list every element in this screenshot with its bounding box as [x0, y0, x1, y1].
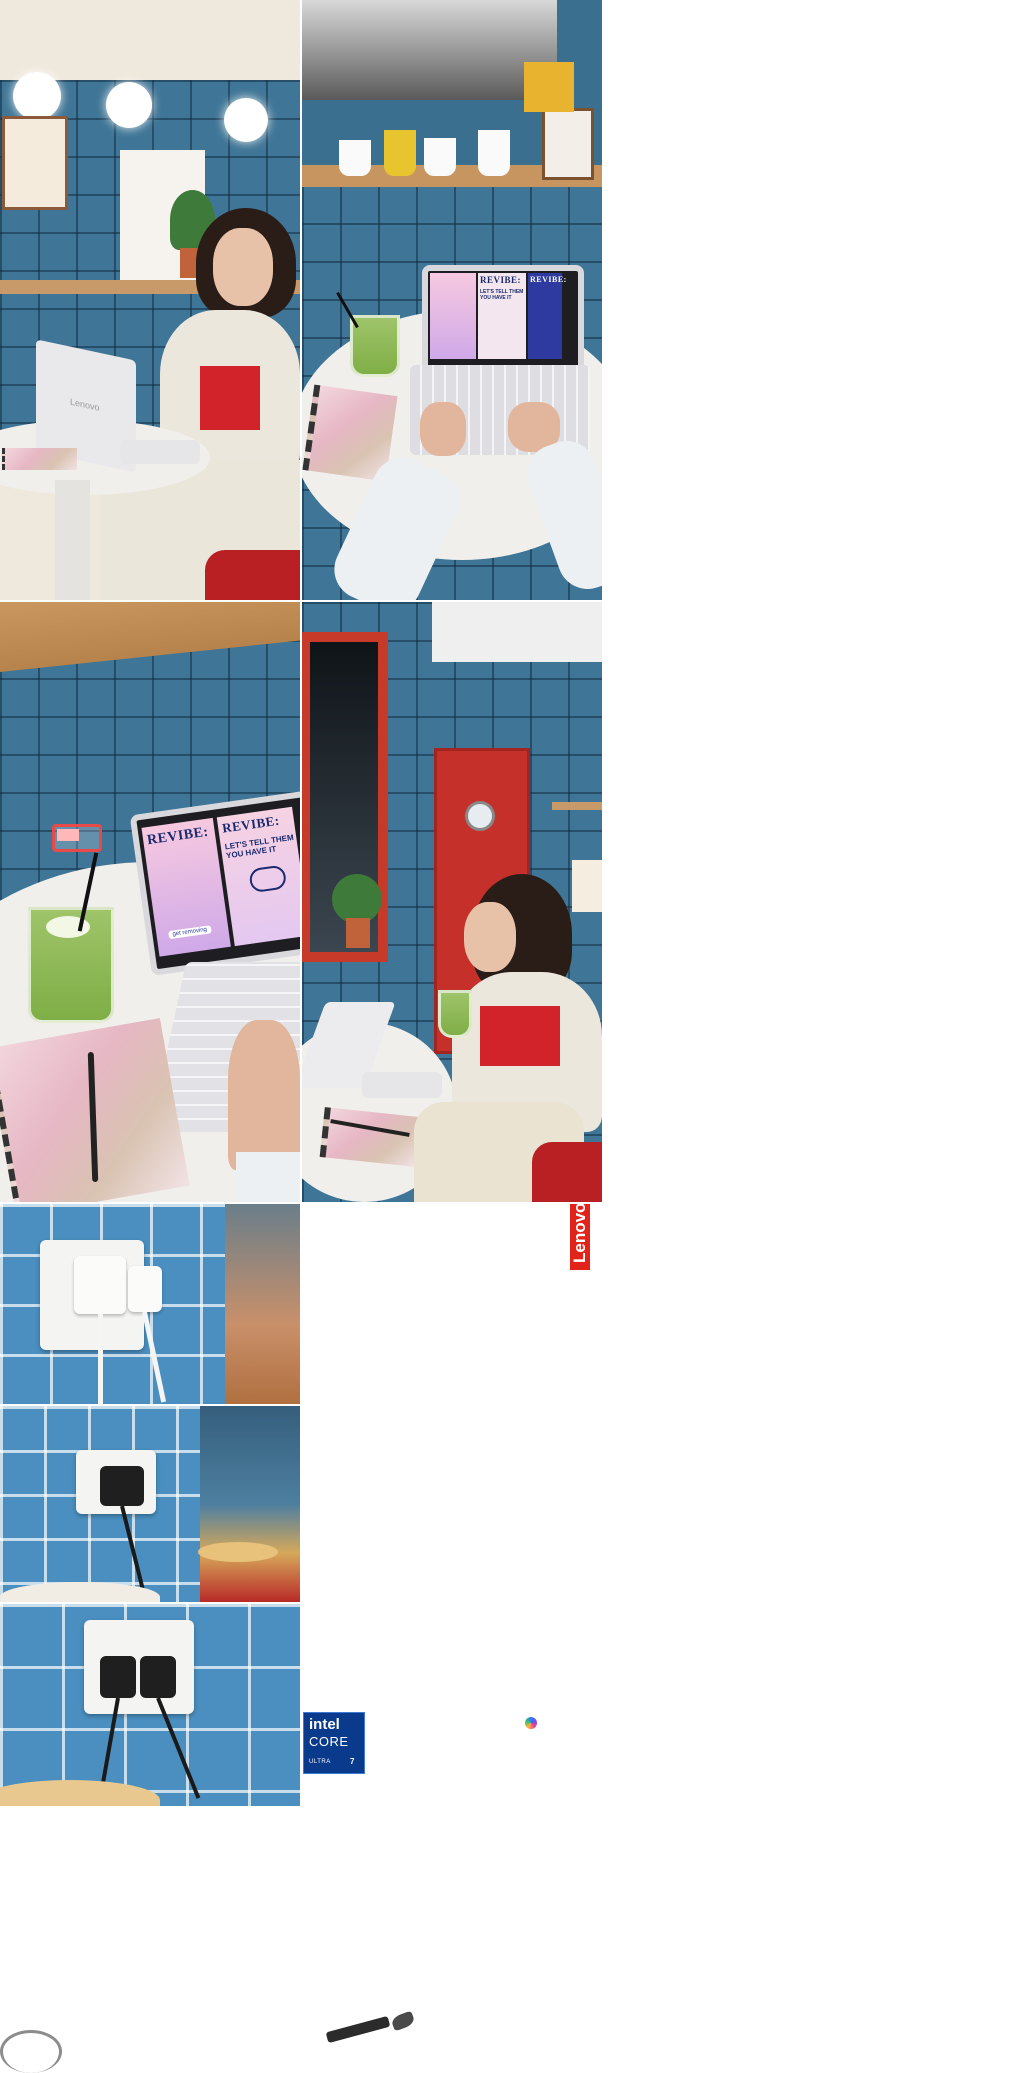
cup-white — [478, 130, 510, 176]
notebook — [319, 1107, 421, 1167]
plant — [332, 874, 382, 924]
red-seat — [532, 1142, 602, 1202]
photo-overhead-laptop: REVIBE: REVIBE: LET'S TELL THEM YOU HAVE… — [302, 0, 602, 600]
woman-face — [213, 228, 273, 306]
laptop-base — [362, 1072, 442, 1098]
picture-frame — [542, 108, 594, 180]
cafe-background — [225, 1204, 300, 1404]
notebook — [2, 448, 77, 470]
intel-core-ultra-badge: intel CORE ULTRA 7 — [303, 1712, 365, 1774]
lenovo-logo-text: Lenovo — [570, 1202, 589, 1263]
charger-black — [100, 1466, 144, 1506]
laptop-lid-brand: Lenovo — [70, 396, 100, 413]
cafe-background — [200, 1406, 300, 1602]
charger-white-small — [128, 1266, 162, 1312]
woman-face — [464, 902, 516, 972]
photo-closeup-matcha: REVIBE: REVIBE: LET'S TELL THEM YOU HAVE… — [0, 602, 300, 1202]
screen-poster-mid — [478, 273, 526, 359]
plant-pot — [346, 918, 370, 948]
yellow-box — [524, 62, 574, 112]
table-leg — [55, 480, 90, 600]
stylus-pen — [325, 2015, 391, 2044]
laptop-screen: REVIBE: REVIBE: LET'S TELL THEM YOU HAVE… — [129, 790, 300, 976]
stylus-tip — [390, 2010, 416, 2032]
laptop-base — [120, 440, 200, 464]
woman-red-top — [480, 1006, 560, 1066]
intel-brand-text: intel — [309, 1716, 340, 1733]
woman-red-top — [200, 366, 260, 430]
ceiling — [432, 602, 602, 662]
charger-white — [74, 1256, 126, 1314]
shelf — [552, 802, 602, 810]
device-edge — [0, 2030, 62, 2073]
red-seat — [205, 550, 300, 600]
cup-white — [424, 138, 456, 176]
espresso-machine — [302, 0, 557, 100]
intel-ultra-text: ULTRA — [309, 1759, 331, 1765]
cable-white — [98, 1314, 103, 1404]
pendant-lamp — [13, 72, 61, 120]
cup-yellow — [384, 130, 416, 176]
left-hand — [420, 402, 466, 456]
screen-headline-second: REVIBE: — [530, 275, 567, 284]
photo-outlet-dual-white — [0, 1204, 300, 1404]
photo-outlet-single-black — [0, 1406, 300, 1602]
copilot-icon — [525, 1717, 537, 1729]
cup-white — [339, 140, 371, 176]
photo-woman-typing: Lenovo — [0, 0, 300, 600]
hand — [228, 1020, 300, 1170]
matcha-cup — [438, 990, 472, 1038]
intel-number-text: 7 — [350, 1757, 355, 1766]
pendant-lamp — [106, 82, 152, 128]
battery-icon — [52, 824, 102, 852]
screen-poster-left — [430, 273, 476, 359]
photo-outlet-dual-black — [0, 1604, 300, 1806]
lenovo-logo: Lenovo — [570, 1202, 590, 1270]
screen-headline: REVIBE: — [480, 275, 522, 285]
photo-woman-drinking — [302, 602, 602, 1202]
charger-black — [100, 1656, 136, 1698]
screen-subheadline: LET'S TELL THEM YOU HAVE IT — [480, 289, 524, 301]
laptop-screen: REVIBE: REVIBE: LET'S TELL THEM YOU HAVE… — [422, 265, 584, 377]
sleeve — [236, 1152, 300, 1202]
pendant-lamp — [224, 98, 268, 142]
charger-black — [140, 1656, 176, 1698]
screen-poster-right — [528, 273, 562, 359]
menu-board — [2, 116, 68, 210]
wood-shelf — [0, 602, 300, 672]
cafe-table — [198, 1542, 278, 1562]
intel-core-text: CORE — [309, 1734, 349, 1749]
menu-sign — [572, 860, 602, 912]
